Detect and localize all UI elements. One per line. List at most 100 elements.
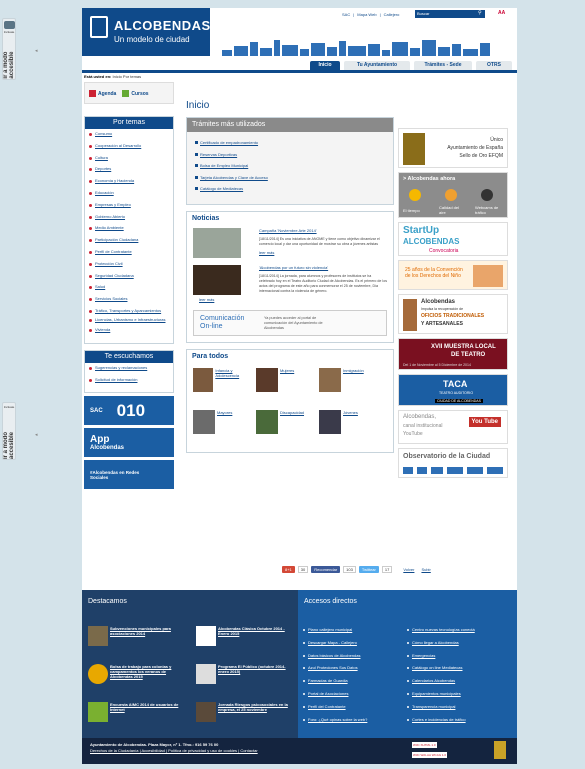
back-link[interactable]: Volver: [403, 567, 414, 572]
site-logo[interactable]: ALCOBENDAS Un modelo de ciudad: [82, 8, 210, 56]
left-sidebar: Agenda Cursos Por temas Consumo Cooperaci…: [84, 82, 174, 490]
cursos-link[interactable]: Cursos: [122, 89, 149, 97]
paratodos-item[interactable]: Infancia y Adolescencia: [193, 367, 254, 406]
oficios-line3: OFICIOS TRADICIONALES: [421, 313, 485, 319]
tab-tu-ayuntamiento[interactable]: Tu Ayuntamiento: [344, 61, 410, 70]
acceso-link[interactable]: Centro nuevas tecnologías conectá: [407, 628, 475, 632]
acceso-link[interactable]: Catálogo on line Mediatecas: [406, 666, 462, 670]
tema-link[interactable]: Gobierno Abierto: [89, 214, 169, 220]
tramite-link[interactable]: Catálogo de Mediatecas: [195, 186, 385, 191]
twitter-button[interactable]: Twittear: [358, 565, 379, 573]
tema-link[interactable]: Seguridad Ciudadana: [89, 273, 169, 279]
efqm-banner[interactable]: Único Ayuntamiento de España Sello de Or…: [398, 128, 508, 168]
accessibility-mode-tab-top[interactable]: Incluate ir a modo accesible: [2, 18, 16, 80]
tramite-link[interactable]: Bolsa de Empleo Municipal: [195, 163, 385, 168]
tramite-link[interactable]: Tarjeta Alcobendas y Clave de Acceso: [195, 175, 385, 180]
font-size-toggle[interactable]: AA: [498, 10, 505, 16]
tema-link[interactable]: Economía y Hacienda: [89, 179, 169, 184]
scroll-top-link[interactable]: Subir: [421, 567, 430, 572]
acceso-link[interactable]: Plano callejero municipal: [302, 628, 352, 632]
paratodos-label: Infancia y Adolescencia: [215, 367, 240, 378]
destacamos-item[interactable]: Programa El Público (octubre 2014-enero …: [196, 664, 288, 684]
tema-link[interactable]: Deportes: [89, 167, 169, 172]
tema-link[interactable]: Empresas y Empleo: [89, 202, 169, 208]
top-link-sac[interactable]: SAC: [342, 12, 350, 17]
tab-tramites-sede[interactable]: Trámites - Sede: [414, 61, 472, 70]
acceso-link[interactable]: Portal de Asociaciones: [302, 692, 348, 696]
destacamos-item[interactable]: Bolsa de trabajo para colonias y campame…: [88, 664, 180, 684]
comunicacion-banner[interactable]: Comunicación On-line Ya puedes acceder a…: [193, 309, 387, 336]
acceso-link[interactable]: Descargar Mapa - Callejero: [303, 640, 357, 645]
social-banner[interactable]: #Alcobendas en Redes Sociales: [84, 460, 174, 490]
acceso-link[interactable]: Perfil del Contratante: [303, 704, 346, 709]
tema-link[interactable]: Perfil de Contratante: [89, 249, 169, 255]
paratodos-item[interactable]: Jóvenes: [319, 409, 380, 448]
escuchamos-item[interactable]: Solicitud de información: [89, 377, 169, 383]
acceso-link[interactable]: Equipamientos municipales: [407, 692, 461, 696]
destacamos-item[interactable]: Subvenciones municipales para asociacion…: [88, 626, 180, 646]
sac-010-banner[interactable]: SAC 010: [84, 396, 174, 426]
acceso-link[interactable]: Cómo llegar a Alcobendas: [407, 640, 459, 645]
destacamos-item[interactable]: Alcobendas Clásica Octubre 2014 - Enero …: [196, 626, 288, 646]
destacamos-image: [196, 626, 216, 646]
taca-banner[interactable]: TACA TEATRO AUDITORIO CIUDAD DE ALCOBEND…: [398, 374, 508, 406]
facebook-recommend-button[interactable]: Recomendar: [311, 565, 341, 573]
escuchamos-item[interactable]: Sugerencias y reclamaciones: [89, 365, 169, 371]
tema-link[interactable]: Participación Ciudadana: [89, 238, 169, 243]
gplus-button[interactable]: 8+1: [282, 565, 295, 573]
acceso-link[interactable]: Azul Proteciones Sus Datos: [303, 666, 358, 670]
tema-link[interactable]: Vivienda: [89, 327, 169, 333]
accessibility-mode-tab-bottom[interactable]: Incluate ir a modo accesible: [2, 402, 16, 460]
paratodos-item[interactable]: Mayores: [193, 409, 254, 448]
derechos-nino-banner[interactable]: 25 años de la Convención de los Derechos…: [398, 260, 508, 290]
tab-inicio[interactable]: Inicio: [310, 61, 340, 70]
ahora-item[interactable]: Calidad del aire: [439, 205, 459, 215]
observatorio-banner[interactable]: Observatorio de la Ciudad: [398, 448, 508, 478]
acceso-link[interactable]: Datos básicos de Alcobendas: [302, 653, 360, 658]
paratodos-item[interactable]: Inmigración: [319, 367, 380, 406]
tema-link[interactable]: Educación: [89, 190, 169, 196]
breadcrumb-path[interactable]: Inicio Por temas: [112, 74, 141, 79]
ahora-item[interactable]: Webcams de tráfico: [475, 205, 507, 215]
acceso-link[interactable]: Transparencia municipal: [406, 704, 455, 709]
acceso-link[interactable]: Farmacias de Guardia: [303, 679, 348, 683]
search-icon[interactable]: ⚲: [478, 10, 486, 18]
agenda-link[interactable]: Agenda: [89, 89, 117, 97]
tema-link[interactable]: Salud: [89, 285, 169, 290]
search-input[interactable]: Buscar: [415, 10, 485, 18]
destacamos-item[interactable]: Encuesta AIMC 2014 de usuarios de Intern…: [88, 702, 180, 722]
top-link-callejero[interactable]: Callejero: [384, 12, 400, 17]
acceso-link[interactable]: Cortes e incidencias de tráfico: [407, 717, 466, 722]
destacamos-item[interactable]: Jornada Riesgos psicosociales en la empr…: [196, 702, 288, 722]
tema-link[interactable]: Protección Civil: [89, 261, 169, 267]
tema-link[interactable]: Tráfico, Transportes y Aparcamientos: [89, 308, 169, 314]
ahora-item[interactable]: El tiempo: [403, 208, 420, 213]
news-image[interactable]: [193, 227, 241, 258]
paratodos-item[interactable]: Discapacidad: [256, 409, 317, 448]
acceso-link[interactable]: Calendarios Alcobendas: [406, 679, 455, 683]
tema-link[interactable]: Cultura: [89, 155, 169, 161]
tramite-link[interactable]: Certificado de empadronamiento: [195, 140, 385, 145]
acceso-link[interactable]: Foro: ¿Qué opinas sobre la web?: [302, 717, 367, 722]
w3c-xhtml-badge[interactable]: W3C XHTML 1.0: [412, 742, 437, 748]
agenda-label: Agenda: [98, 90, 117, 97]
tab-otrs[interactable]: OTRS: [476, 61, 512, 70]
oficios-banner[interactable]: Alcobendas Impulsa la recuperación de OF…: [398, 294, 508, 334]
tema-link[interactable]: Cooperación al Desarrollo: [89, 143, 169, 149]
tramite-link[interactable]: Reservas Deportivas: [195, 152, 385, 157]
tema-link[interactable]: Consumo: [89, 131, 169, 137]
read-more-link[interactable]: leer más: [193, 297, 387, 302]
app-banner[interactable]: App Alcobendas: [84, 428, 174, 458]
w3c-wai-badge[interactable]: W3C WAI-AA WCAG 1.0: [412, 752, 448, 758]
top-link-mapa-web[interactable]: Mapa Web: [357, 12, 376, 17]
share-bar: 8+1 30 Recomendar 103 Twittear 17 Volver…: [282, 563, 512, 575]
tema-link[interactable]: Licencias, Urbanismo e Infraestructuras: [89, 318, 169, 323]
acceso-link[interactable]: Emergencias: [406, 653, 435, 658]
teatro-banner[interactable]: XVII MUESTRA LOCAL DE TEATRO Del 1 de No…: [398, 338, 508, 370]
paratodos-item[interactable]: Mujeres: [256, 367, 317, 406]
startup-banner[interactable]: StartUp ALCOBENDAS Convocatoria: [398, 222, 508, 256]
tema-link[interactable]: Medio Ambiente: [89, 226, 169, 231]
news-image[interactable]: [193, 264, 241, 295]
tema-link[interactable]: Servicios Sociales: [89, 297, 169, 302]
youtube-banner[interactable]: Alcobendas, canal institucional YouTube …: [398, 410, 508, 444]
